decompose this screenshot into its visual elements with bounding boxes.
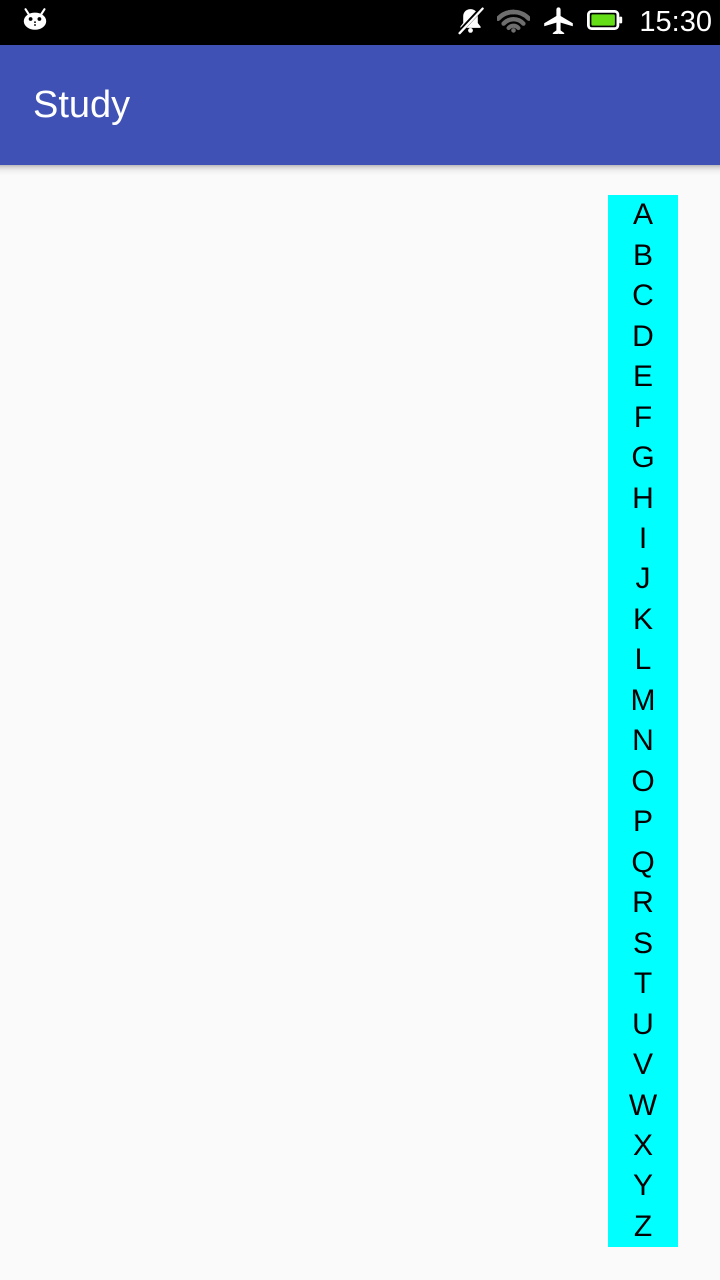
silent-mode-icon	[457, 5, 485, 40]
index-letter-v[interactable]: V	[608, 1045, 678, 1085]
index-letter-f[interactable]: F	[608, 397, 678, 437]
status-bar-notifications	[0, 7, 52, 38]
index-letter-w[interactable]: W	[608, 1085, 678, 1125]
index-letter-z[interactable]: Z	[608, 1207, 678, 1247]
index-letter-g[interactable]: G	[608, 438, 678, 478]
index-letter-j[interactable]: J	[608, 559, 678, 599]
airplane-mode-icon	[543, 6, 574, 39]
page-title: Study	[33, 84, 131, 126]
app-bar: Study	[0, 45, 720, 165]
index-letter-t[interactable]: T	[608, 964, 678, 1004]
index-letter-u[interactable]: U	[608, 1004, 678, 1044]
index-letter-b[interactable]: B	[608, 235, 678, 275]
status-bar-clock: 15:30	[639, 6, 712, 38]
wifi-icon	[496, 7, 532, 38]
index-letter-i[interactable]: I	[608, 519, 678, 559]
index-letter-m[interactable]: M	[608, 681, 678, 721]
index-letter-h[interactable]: H	[608, 478, 678, 518]
index-letter-l[interactable]: L	[608, 640, 678, 680]
alphabet-index-bar[interactable]: ABCDEFGHIJKLMNOPQRSTUVWXYZ	[608, 195, 678, 1247]
phone-screen: 15:30 Study ABCDEFGHIJKLMNOPQRSTUVWXYZ	[0, 0, 720, 1280]
index-letter-y[interactable]: Y	[608, 1166, 678, 1206]
index-letter-c[interactable]: C	[608, 276, 678, 316]
status-bar-system-icons: 15:30	[457, 0, 712, 45]
android-robot-icon	[18, 7, 52, 38]
index-letter-q[interactable]: Q	[608, 843, 678, 883]
index-letter-p[interactable]: P	[608, 802, 678, 842]
index-letter-k[interactable]: K	[608, 600, 678, 640]
battery-icon	[587, 8, 623, 37]
index-letter-x[interactable]: X	[608, 1126, 678, 1166]
index-letter-d[interactable]: D	[608, 316, 678, 356]
index-letter-n[interactable]: N	[608, 721, 678, 761]
index-letter-a[interactable]: A	[608, 195, 678, 235]
app-bar-shadow	[0, 165, 720, 175]
status-bar: 15:30	[0, 0, 720, 45]
index-letter-r[interactable]: R	[608, 883, 678, 923]
index-letter-s[interactable]: S	[608, 923, 678, 963]
index-letter-o[interactable]: O	[608, 762, 678, 802]
index-letter-e[interactable]: E	[608, 357, 678, 397]
